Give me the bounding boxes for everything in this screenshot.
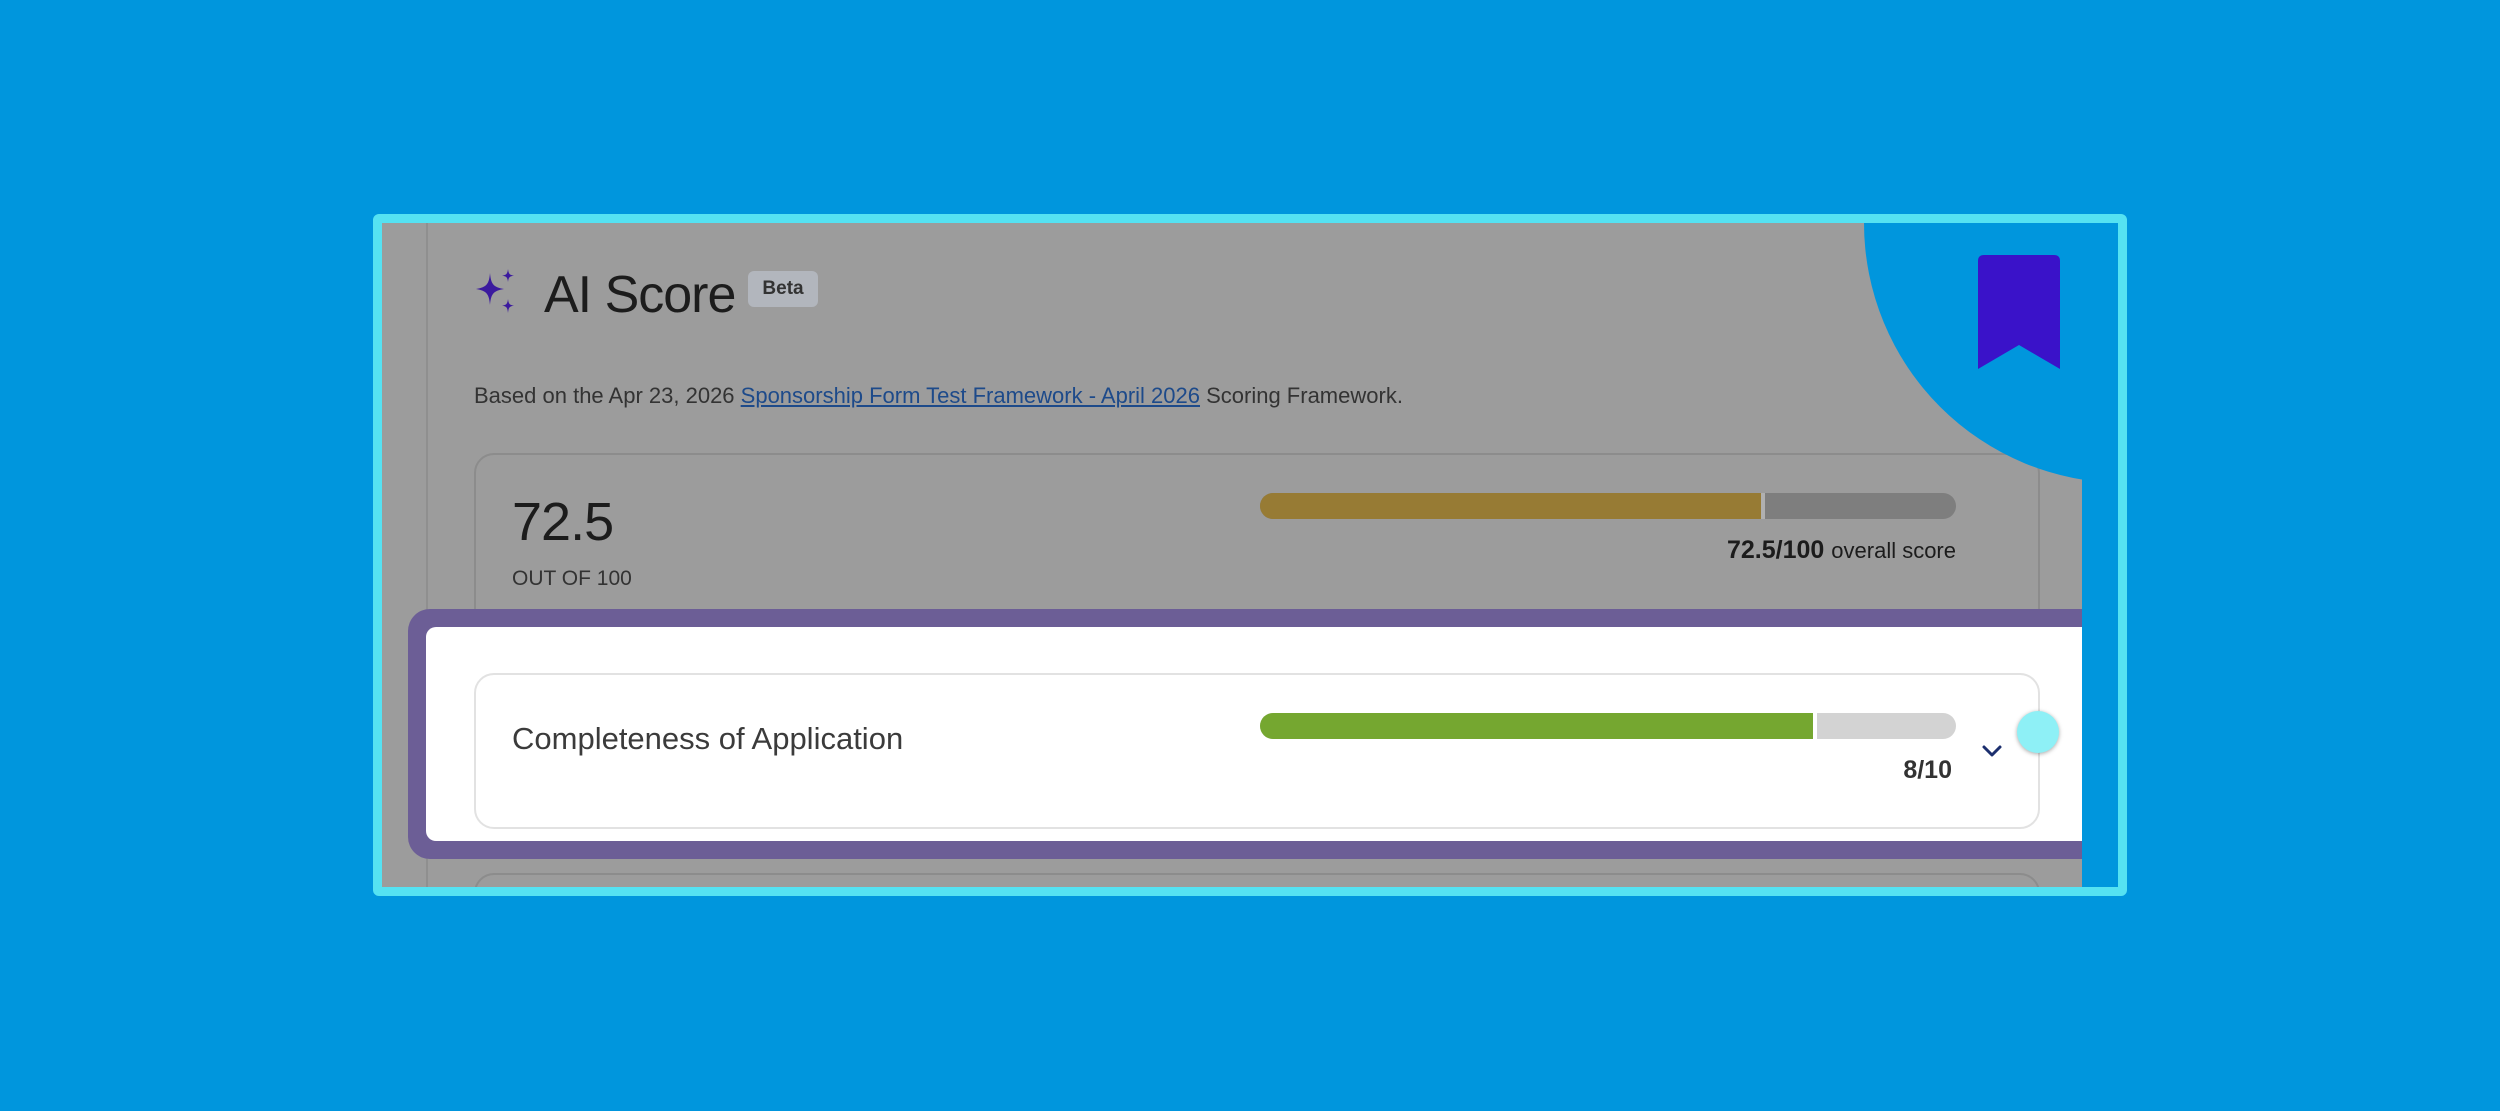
criterion-score: 8/10 (1903, 756, 1952, 784)
criterion-label: Completeness of Application (512, 721, 904, 756)
ai-score-panel: AI Score Beta Based on the Apr 23, 2026 … (382, 223, 2082, 887)
next-criterion-card[interactable] (474, 873, 2040, 887)
cursor-indicator (2017, 711, 2059, 753)
overall-score-value: 72.5 (512, 492, 614, 552)
chevron-down-icon[interactable] (1980, 741, 2004, 761)
overall-score-caption: 72.5/100 overall score (1727, 536, 1956, 565)
overall-score-label: overall score (1831, 538, 1956, 563)
sparkle-icon (476, 269, 514, 313)
overall-score-bar-fill (1260, 493, 1765, 519)
criterion-score-bar (1260, 713, 1956, 739)
bookmark-icon[interactable] (1978, 255, 2060, 369)
overall-score-bar (1260, 493, 1956, 519)
page-title: AI Score (544, 266, 736, 324)
description-suffix: Scoring Framework. (1199, 383, 1403, 408)
description-prefix: Based on the Apr 23, 2026 (474, 383, 741, 408)
overall-score-max: OUT OF 100 (512, 567, 632, 590)
overall-score-fraction: 72.5/100 (1727, 536, 1825, 564)
framework-description: Based on the Apr 23, 2026 Sponsorship Fo… (474, 383, 1403, 409)
beta-badge: Beta (748, 271, 818, 307)
framework-link[interactable]: Sponsorship Form Test Framework - April … (741, 383, 1200, 408)
criterion-score-bar-fill (1260, 713, 1817, 739)
screenshot-frame: AI Score Beta Based on the Apr 23, 2026 … (373, 214, 2127, 896)
